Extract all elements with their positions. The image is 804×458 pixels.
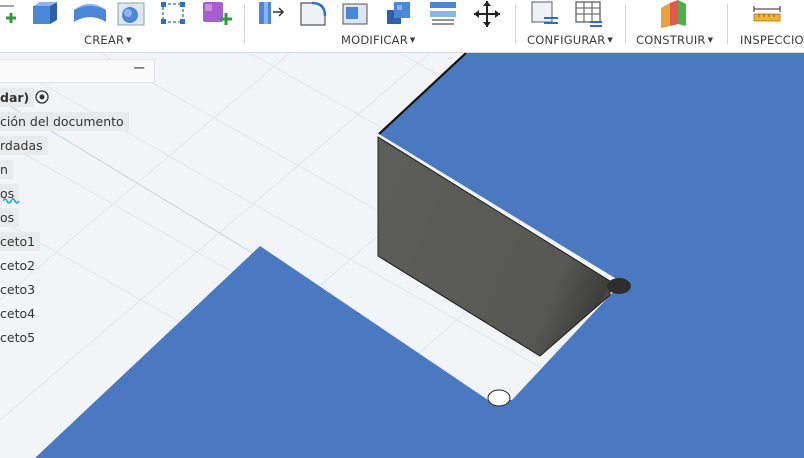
combine-icon[interactable] bbox=[384, 0, 414, 28]
tree-item-sketch-2[interactable]: ceto2 bbox=[0, 256, 40, 275]
toolbar-separator bbox=[244, 4, 245, 44]
browser-panel-header: − bbox=[0, 58, 155, 83]
toolbar-separator bbox=[625, 4, 626, 44]
parameters-icon[interactable] bbox=[530, 0, 560, 28]
shell-icon[interactable] bbox=[116, 0, 146, 28]
inspect-menu[interactable]: INSPECCION bbox=[740, 33, 804, 47]
measure-icon[interactable] bbox=[752, 0, 782, 28]
hole-light bbox=[487, 389, 511, 407]
tree-item-sketch-5[interactable]: ceto5 bbox=[0, 328, 40, 347]
toolbar-separator bbox=[727, 4, 728, 44]
inspect-menu-label: INSPECCION bbox=[740, 33, 804, 47]
shell-modify-icon[interactable] bbox=[340, 0, 370, 28]
chevron-down-icon: ▼ bbox=[126, 36, 132, 44]
tree-item-sketch-1[interactable]: ceto1 bbox=[0, 232, 41, 251]
box-icon[interactable] bbox=[30, 0, 60, 28]
move-icon[interactable] bbox=[472, 0, 502, 28]
offset-plane-icon[interactable] bbox=[658, 0, 688, 28]
tree-item-root[interactable]: dar) bbox=[0, 88, 35, 107]
tree-item-named-views[interactable]: rdadas bbox=[0, 136, 48, 155]
create-menu-label: CREAR bbox=[84, 33, 125, 47]
toolbar: CREAR ▼ MODIFICAR ▼ CONFIGURAR ▼ CONSTRU… bbox=[0, 0, 804, 53]
chevron-down-icon: ▼ bbox=[409, 36, 416, 44]
wave-icon bbox=[3, 198, 20, 204]
tree-item-sketch-4[interactable]: ceto4 bbox=[0, 304, 40, 323]
modify-menu-label: MODIFICAR bbox=[341, 33, 408, 47]
fillet-icon[interactable] bbox=[298, 0, 328, 28]
chevron-down-icon: ▼ bbox=[707, 36, 714, 44]
minimize-icon[interactable]: − bbox=[133, 58, 146, 77]
create-sketch-icon[interactable] bbox=[0, 0, 20, 28]
configure-menu-label: CONFIGURAR bbox=[527, 33, 606, 47]
radio-icon[interactable] bbox=[34, 89, 50, 105]
create-menu[interactable]: CREAR ▼ bbox=[84, 33, 132, 47]
chevron-down-icon: ▼ bbox=[607, 36, 613, 44]
pipe-icon[interactable] bbox=[72, 0, 108, 28]
configuration-table-icon[interactable] bbox=[574, 0, 604, 28]
press-pull-icon[interactable] bbox=[256, 0, 286, 28]
tree-item-sketch-3[interactable]: ceto3 bbox=[0, 280, 40, 299]
browser-panel: − dar) ción del documento rdadas n os os… bbox=[0, 55, 155, 355]
create-form-icon[interactable] bbox=[200, 0, 236, 28]
rectangular-pattern-icon[interactable] bbox=[158, 0, 188, 28]
construct-menu[interactable]: CONSTRUIR ▼ bbox=[636, 33, 713, 47]
toolbar-separator bbox=[515, 4, 516, 44]
hole-dark bbox=[607, 278, 631, 294]
modify-menu[interactable]: MODIFICAR ▼ bbox=[341, 33, 416, 47]
replace-face-icon[interactable] bbox=[428, 0, 458, 28]
configure-menu[interactable]: CONFIGURAR ▼ bbox=[527, 33, 613, 47]
tree-item-sketches[interactable]: os bbox=[0, 208, 20, 227]
tree-item-document-settings[interactable]: ción del documento bbox=[0, 112, 129, 131]
construct-menu-label: CONSTRUIR bbox=[636, 33, 706, 47]
tree-item-origin[interactable]: n bbox=[0, 160, 13, 179]
